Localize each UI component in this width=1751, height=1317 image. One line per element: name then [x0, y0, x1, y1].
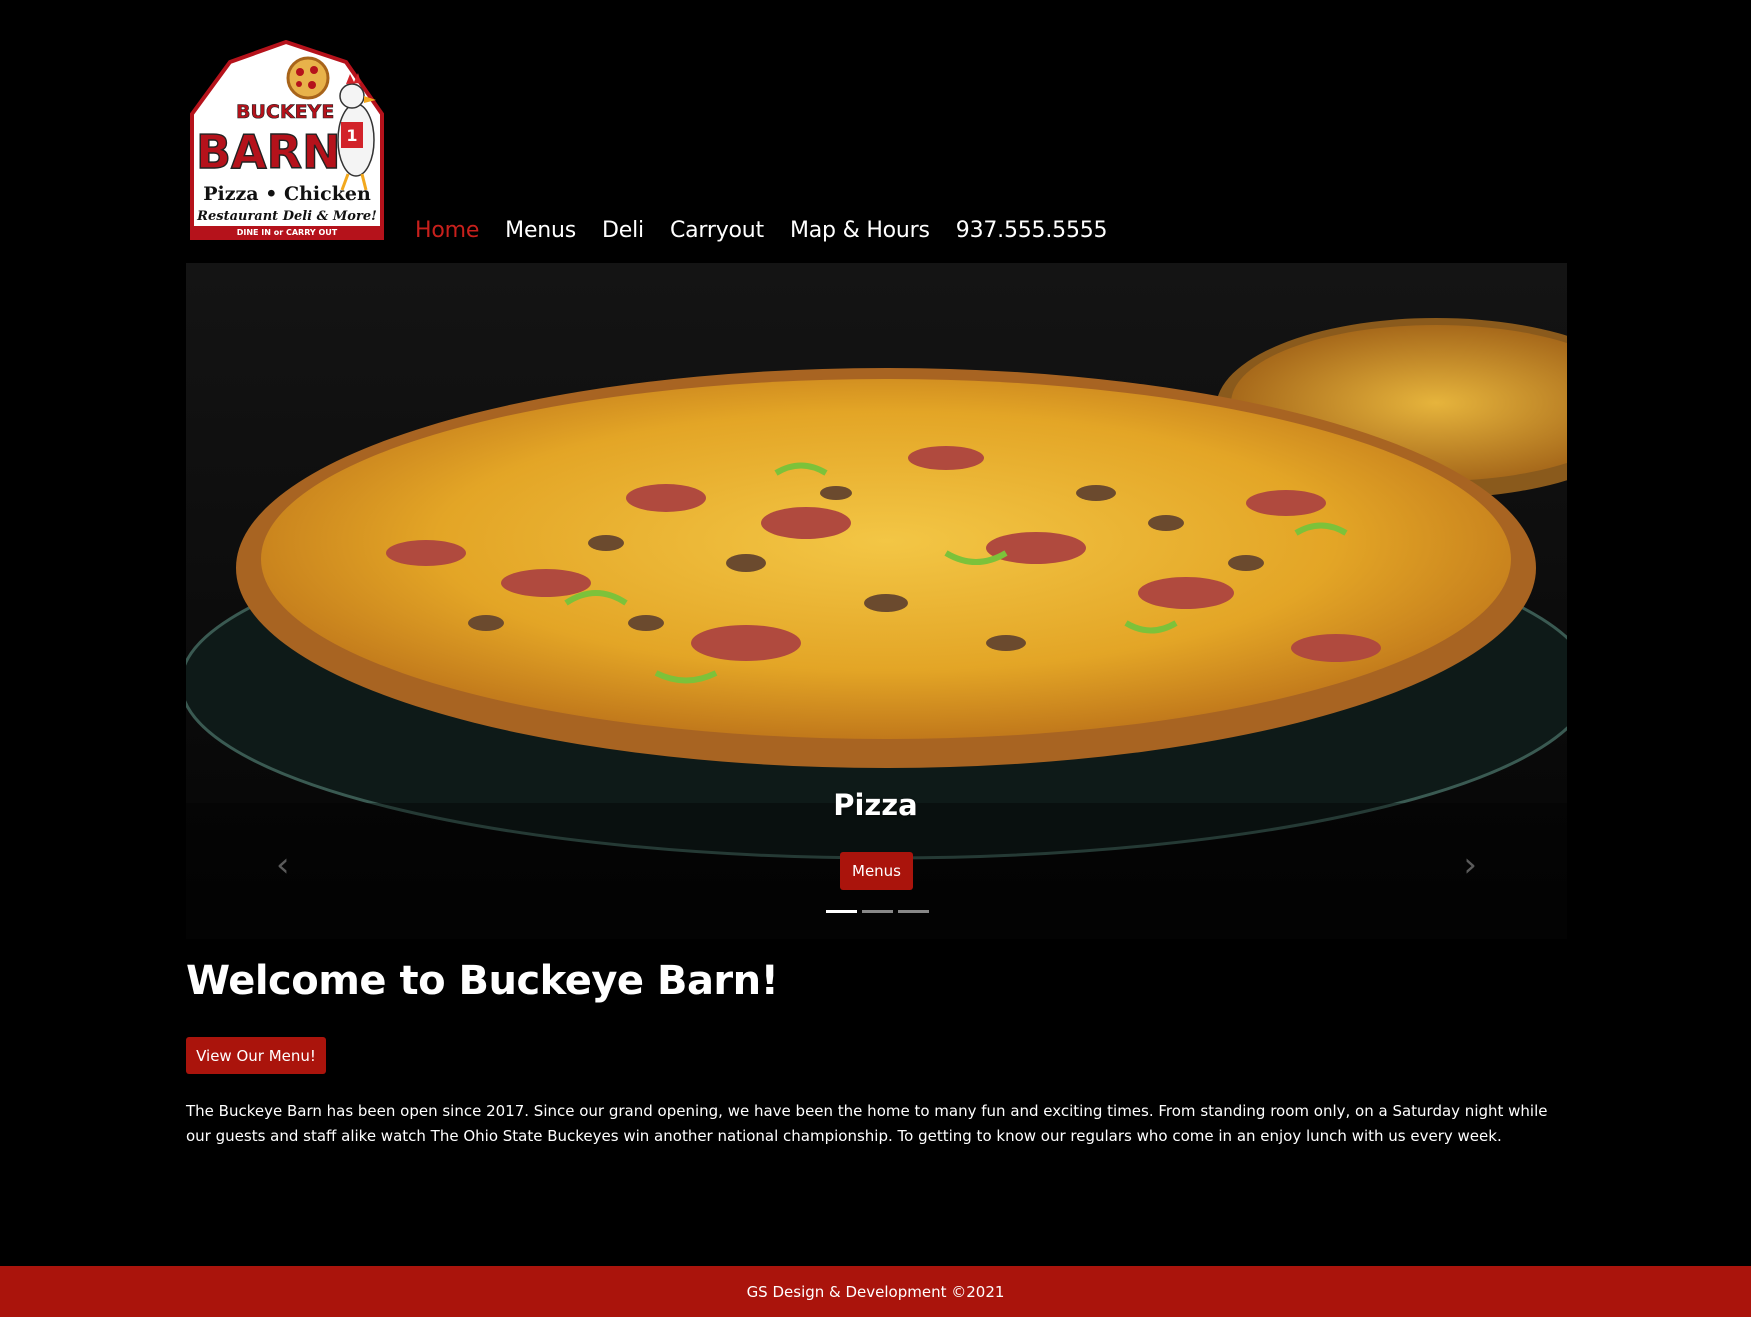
- carousel-indicators: [826, 910, 929, 913]
- footer-credit: GS Design & Development ©2021: [746, 1282, 1005, 1301]
- main-nav: Home Menus Deli Carryout Map & Hours 937…: [415, 214, 1133, 248]
- logo-text-tagline: Pizza • Chicken: [203, 183, 371, 205]
- site-footer: GS Design & Development ©2021: [0, 1266, 1751, 1317]
- logo-text-dine: DINE IN or CARRY OUT: [237, 228, 338, 237]
- nav-menus[interactable]: Menus: [505, 214, 576, 248]
- nav-home[interactable]: Home: [415, 214, 479, 248]
- intro-paragraph: The Buckeye Barn has been open since 201…: [186, 1102, 1548, 1145]
- nav-deli[interactable]: Deli: [602, 214, 644, 248]
- carousel-menus-button[interactable]: Menus: [840, 852, 913, 890]
- carousel-indicator-3[interactable]: [898, 910, 929, 913]
- carousel-indicator-1[interactable]: [826, 910, 857, 913]
- nav-carryout[interactable]: Carryout: [670, 214, 764, 248]
- view-menu-button[interactable]: View Our Menu!: [186, 1037, 326, 1074]
- nav-map-hours[interactable]: Map & Hours: [790, 214, 930, 248]
- hero-carousel: ‹ ›: [186, 263, 1567, 939]
- carousel-caption-title: Pizza: [833, 788, 918, 822]
- carousel-prev-icon[interactable]: ‹: [276, 848, 290, 882]
- logo-text-buckeye: BUCKEYE: [236, 101, 334, 123]
- carousel-next-icon[interactable]: ›: [1463, 848, 1477, 882]
- page-title: Welcome to Buckeye Barn!: [186, 958, 779, 1004]
- logo-text-subtagline: Restaurant Deli & More!: [196, 209, 377, 224]
- nav-phone[interactable]: 937.555.5555: [956, 214, 1108, 248]
- pizza-slide-image: [186, 263, 1567, 939]
- site-logo[interactable]: 1 BUCKEYE BARN Pizza • Chicken Restauran…: [186, 39, 388, 244]
- carousel-indicator-2[interactable]: [862, 910, 893, 913]
- svg-text:1: 1: [346, 126, 357, 145]
- logo-text-barn: BARN: [196, 125, 341, 179]
